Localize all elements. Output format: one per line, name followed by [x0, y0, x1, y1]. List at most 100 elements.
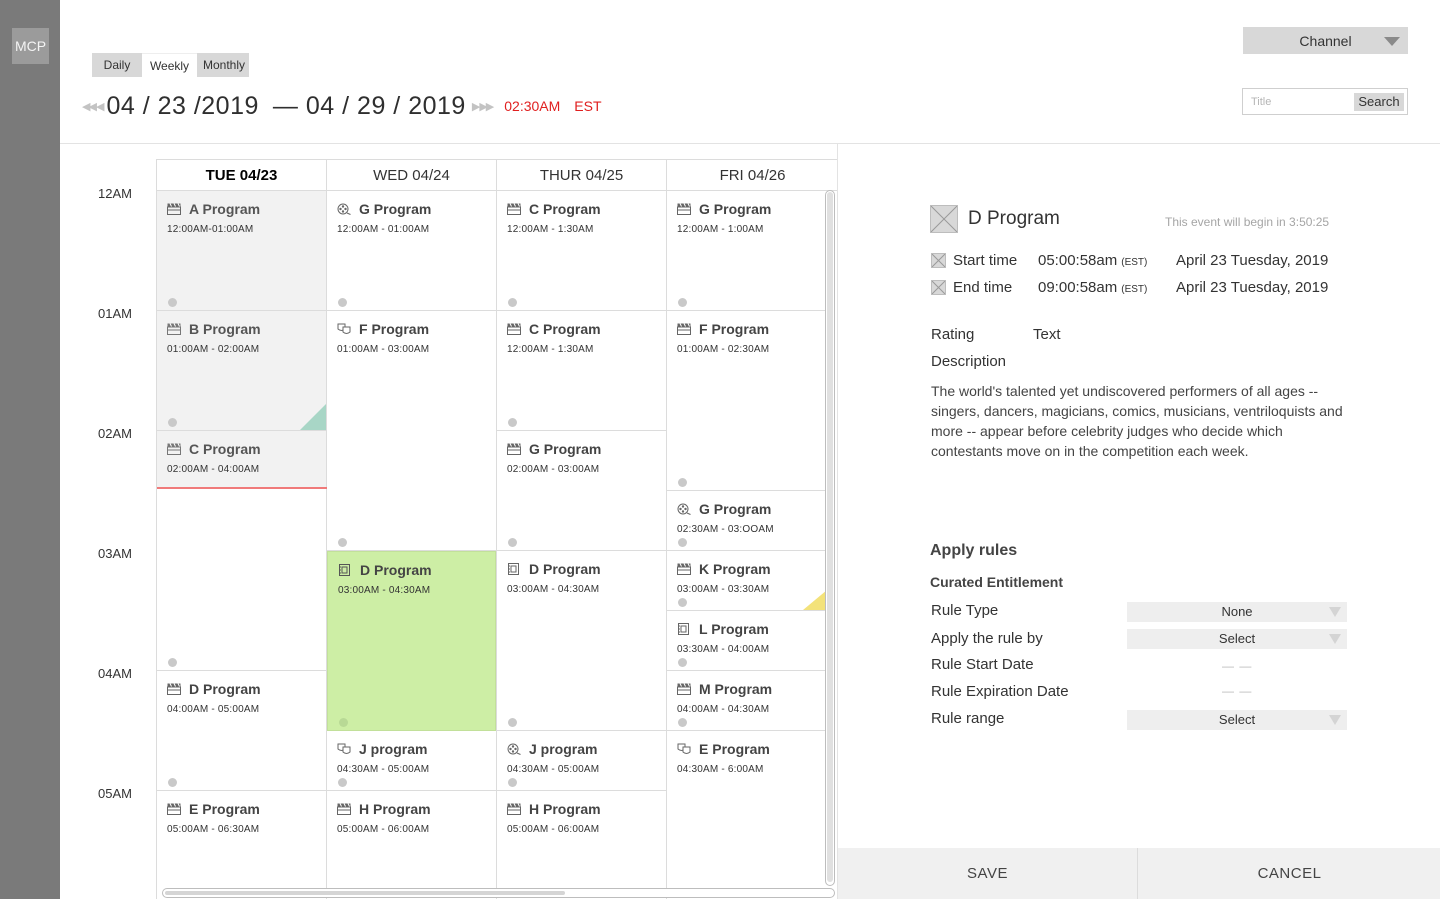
date-range-start: 04 / 23 /2019 [106, 91, 259, 120]
save-button[interactable]: SAVE [838, 848, 1138, 899]
next-week-arrow-icon[interactable]: ▶ ▶▶ [472, 100, 494, 113]
event-card[interactable]: F Program 01:00AM - 02:30AM [667, 311, 827, 491]
search-button[interactable]: Search [1354, 93, 1404, 111]
event-card-selected[interactable]: D Program 03:00AM - 04:30AM [327, 551, 496, 731]
event-title: D Program [189, 681, 261, 697]
event-card[interactable]: H Program 05:00AM - 06:00AM [327, 791, 496, 899]
event-title: C Program [189, 441, 261, 457]
rule-range-select[interactable]: Select [1127, 710, 1347, 730]
info-icon[interactable] [678, 658, 687, 667]
vertical-scrollbar[interactable] [825, 190, 835, 886]
header: Daily Weekly Monthly ◀◀ ◀ 04 / 23 /2019 … [60, 0, 1440, 144]
tab-daily[interactable]: Daily [92, 53, 142, 77]
time-label: 12AM [98, 186, 132, 201]
info-icon[interactable] [508, 778, 517, 787]
info-icon[interactable] [678, 598, 687, 607]
info-icon[interactable] [678, 538, 687, 547]
day-header-fri[interactable]: FRI 04/26 [667, 160, 837, 191]
info-icon[interactable] [168, 778, 177, 787]
event-time: 05:00AM - 06:00AM [337, 824, 430, 835]
event-card[interactable]: G Program 12:00AM - 1:00AM [667, 191, 827, 311]
info-icon[interactable] [508, 718, 517, 727]
rule-expiration-date-value[interactable]: — — [1222, 684, 1252, 698]
event-card[interactable]: C Program 12:00AM - 1:30AM [497, 191, 666, 311]
prev-week-arrow-icon[interactable]: ◀◀ ◀ [82, 100, 104, 113]
event-title: F Program [699, 321, 770, 337]
event-time: 04:30AM - 05:00AM [507, 764, 600, 775]
event-card[interactable]: L Program 03:30AM - 04:00AM [667, 611, 827, 671]
event-title: C Program [529, 201, 601, 217]
info-icon[interactable] [168, 658, 177, 667]
info-icon[interactable] [678, 718, 687, 727]
film-reel-icon [507, 743, 521, 755]
left-rail: MCP [0, 0, 60, 899]
info-icon[interactable] [508, 298, 517, 307]
info-icon[interactable] [338, 538, 347, 547]
end-date-value: April 23 Tuesday, 2019 [1176, 279, 1329, 296]
event-title: D Program [360, 562, 432, 578]
info-icon[interactable] [678, 298, 687, 307]
end-time-checkbox[interactable] [931, 280, 946, 295]
event-card[interactable]: J program 04:30AM - 05:00AM [327, 731, 496, 791]
horizontal-scrollbar[interactable] [162, 888, 835, 898]
time-label: 02AM [98, 426, 132, 441]
event-card[interactable]: G Program 02:30AM - 03:OOAM [667, 491, 827, 551]
clapperboard-icon [677, 563, 691, 575]
channel-dropdown[interactable]: Channel [1243, 27, 1408, 54]
info-icon[interactable] [338, 778, 347, 787]
time-label: 03AM [98, 546, 132, 561]
event-card[interactable]: C Program 02:00AM - 04:00AM [157, 431, 326, 487]
day-header-row: TUE 04/23 WED 04/24 THUR 04/25 FRI 04/26 [157, 159, 837, 191]
horizontal-scroll-thumb[interactable] [165, 891, 565, 895]
event-time: 04:30AM - 6:00AM [677, 764, 764, 775]
info-icon[interactable] [678, 478, 687, 487]
curated-entitlement-heading: Curated Entitlement [930, 574, 1064, 590]
event-card[interactable]: J program 04:30AM - 05:00AM [497, 731, 666, 791]
film-strip-icon [338, 564, 352, 576]
rule-range-label: Rule range [931, 710, 1005, 727]
info-icon[interactable] [508, 418, 517, 427]
event-card[interactable]: G Program 12:00AM - 01:00AM [327, 191, 496, 311]
cancel-button[interactable]: CANCEL [1139, 848, 1440, 899]
event-card[interactable]: B Program 01:00AM - 02:00AM [157, 311, 326, 431]
info-icon[interactable] [168, 298, 177, 307]
rule-start-date-label: Rule Start Date [931, 656, 1034, 673]
app-logo[interactable]: MCP [12, 28, 49, 64]
chevron-down-icon [1384, 37, 1400, 46]
vertical-scroll-thumb[interactable] [827, 192, 833, 882]
tab-monthly[interactable]: Monthly [197, 53, 249, 77]
start-time-checkbox[interactable] [931, 253, 946, 268]
info-icon[interactable] [338, 298, 347, 307]
event-card[interactable]: E Program 04:30AM - 6:00AM [667, 731, 827, 899]
info-icon[interactable] [339, 718, 348, 727]
channel-dropdown-label: Channel [1299, 32, 1352, 49]
event-card[interactable]: F Program 01:00AM - 03:00AM [327, 311, 496, 551]
event-card[interactable]: K Program 03:00AM - 03:30AM [667, 551, 827, 611]
tab-weekly[interactable]: Weekly [142, 53, 197, 77]
event-card-continued[interactable] [157, 489, 326, 671]
info-icon[interactable] [508, 538, 517, 547]
event-time: 12:00AM - 1:00AM [677, 224, 764, 235]
event-card[interactable]: M Program 04:00AM - 04:30AM [667, 671, 827, 731]
info-icon[interactable] [168, 418, 177, 427]
search-input[interactable] [1251, 94, 1351, 110]
event-card[interactable]: D Program 03:00AM - 04:30AM [497, 551, 666, 731]
rule-type-select[interactable]: None [1127, 602, 1347, 622]
film-strip-icon [677, 623, 691, 635]
event-card[interactable]: C Program 12:00AM - 1:30AM [497, 311, 666, 431]
day-header-wed[interactable]: WED 04/24 [327, 160, 497, 191]
day-header-tue[interactable]: TUE 04/23 [157, 160, 327, 191]
event-time: 04:30AM - 05:00AM [337, 764, 430, 775]
event-card[interactable]: A Program 12:00AM-01:00AM [157, 191, 326, 311]
event-title: L Program [699, 621, 769, 637]
day-header-thu[interactable]: THUR 04/25 [497, 160, 667, 191]
event-title: E Program [189, 801, 260, 817]
rule-start-date-value[interactable]: — — [1222, 659, 1252, 673]
rule-expiration-date-label: Rule Expiration Date [931, 683, 1069, 700]
program-thumbnail-placeholder [930, 205, 958, 233]
event-card[interactable]: H Program 05:00AM - 06:00AM [497, 791, 666, 899]
event-card[interactable]: D Program 04:00AM - 05:00AM [157, 671, 326, 791]
apply-rule-by-select[interactable]: Select [1127, 629, 1347, 649]
event-card[interactable]: G Program 02:00AM - 03:00AM [497, 431, 666, 551]
event-card[interactable]: E Program 05:00AM - 06:30AM [157, 791, 326, 899]
